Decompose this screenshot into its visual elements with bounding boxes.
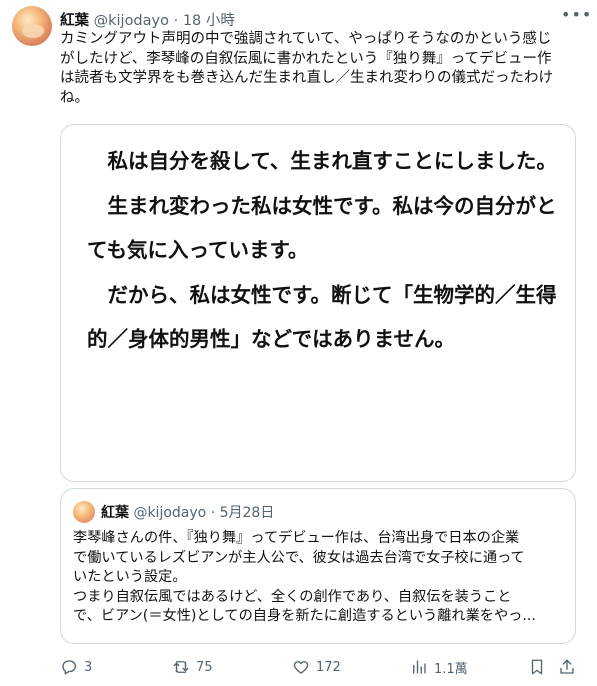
reply-button[interactable]: 3 [60, 656, 92, 678]
quoted-text-line: つまり自叙伝風ではあるけど、全くの創作であり、自叙伝を装うこと [73, 588, 512, 605]
like-count: 172 [316, 659, 341, 675]
media-paragraph: 生まれ変わった私は女性です。私は今の自分がとても気に入っています。 [87, 193, 557, 263]
share-icon [560, 659, 574, 674]
quoted-author-handle: @kijodayo [133, 505, 207, 521]
tweet-text-line: がしたけど、李琴峰の自叙伝風に書かれたという『独り舞』ってデビュー作 [60, 50, 552, 67]
bookmark-button[interactable] [528, 656, 546, 678]
quoted-tweet-date: 5月28日 [219, 505, 275, 521]
bookmark-icon [531, 659, 543, 675]
retweet-button[interactable]: 75 [172, 656, 213, 678]
tweet-text: カミングアウト声明の中で強調されていて、やっぱりそうなのかという感じ がしたけど… [60, 30, 580, 108]
retweet-icon [173, 661, 189, 673]
quoted-text-line: で働いているレズビアンが主人公で、彼女は過去台湾で女子校に通って [73, 549, 525, 566]
quoted-author-name: 紅葉 [101, 505, 129, 521]
quoted-tweet-header: 紅葉 @kijodayo · 5月28日 [101, 502, 274, 522]
like-icon [293, 661, 309, 674]
tweet-media-image[interactable]: 私は自分を殺して、生まれ直すことにしました。 生まれ変わった私は女性です。私は今… [60, 124, 576, 482]
more-icon[interactable]: ••• [561, 6, 591, 26]
quoted-author-avatar [73, 501, 95, 523]
share-button[interactable] [558, 656, 576, 678]
tweet-text-line: は読者も文学界をも巻き込んだ生まれ直し／生まれ変わりの儀式だったわけ [60, 70, 553, 86]
tweet-text-line: ね。 [60, 89, 89, 106]
action-bar: 3 75 172 1.1萬 [60, 656, 580, 678]
media-paragraph: だから、私は女性です。断じて「生物学的／生得的／身体的男性」などではありません。 [87, 282, 557, 352]
quoted-tweet[interactable]: 紅葉 @kijodayo · 5月28日 李琴峰さんの件、『独り舞』ってデビュー… [60, 488, 576, 644]
tweet-text-line: カミングアウト声明の中で強調されていて、やっぱりそうなのかという感じ [60, 31, 552, 47]
author-name[interactable]: 紅葉 [60, 13, 89, 29]
author-avatar[interactable] [12, 6, 52, 46]
author-handle[interactable]: @kijodayo [94, 13, 169, 29]
quoted-tweet-text: 李琴峰さんの件、『独り舞』ってデビュー作は、台湾出身で日本の企業 で働いているレ… [73, 529, 565, 627]
retweet-count: 75 [196, 659, 213, 675]
reply-count: 3 [84, 659, 93, 675]
header-separator: · [173, 13, 179, 29]
views-icon [413, 660, 426, 674]
views-button[interactable]: 1.1萬 [410, 656, 468, 678]
quoted-header-separator: · [210, 505, 216, 521]
quoted-text-line: で、ビアン(＝女性)としての自身を新たに創造するという離れ業をやっ... [73, 608, 536, 624]
views-count: 1.1萬 [434, 661, 468, 677]
reply-icon [62, 660, 77, 675]
like-button[interactable]: 172 [292, 656, 341, 678]
tweet-time[interactable]: 18 小時 [183, 13, 235, 29]
tweet-header: 紅葉 @kijodayo · 18 小時 [60, 9, 577, 29]
media-image-text: 私は自分を殺して、生まれ直すことにしました。 生まれ変わった私は女性です。私は今… [87, 139, 557, 362]
quoted-text-line: いたという設定。 [73, 569, 187, 585]
media-paragraph: 私は自分を殺して、生まれ直すことにしました。 [107, 149, 557, 173]
quoted-text-line: 李琴峰さんの件、『独り舞』ってデビュー作は、台湾出身で日本の企業 [73, 530, 520, 546]
